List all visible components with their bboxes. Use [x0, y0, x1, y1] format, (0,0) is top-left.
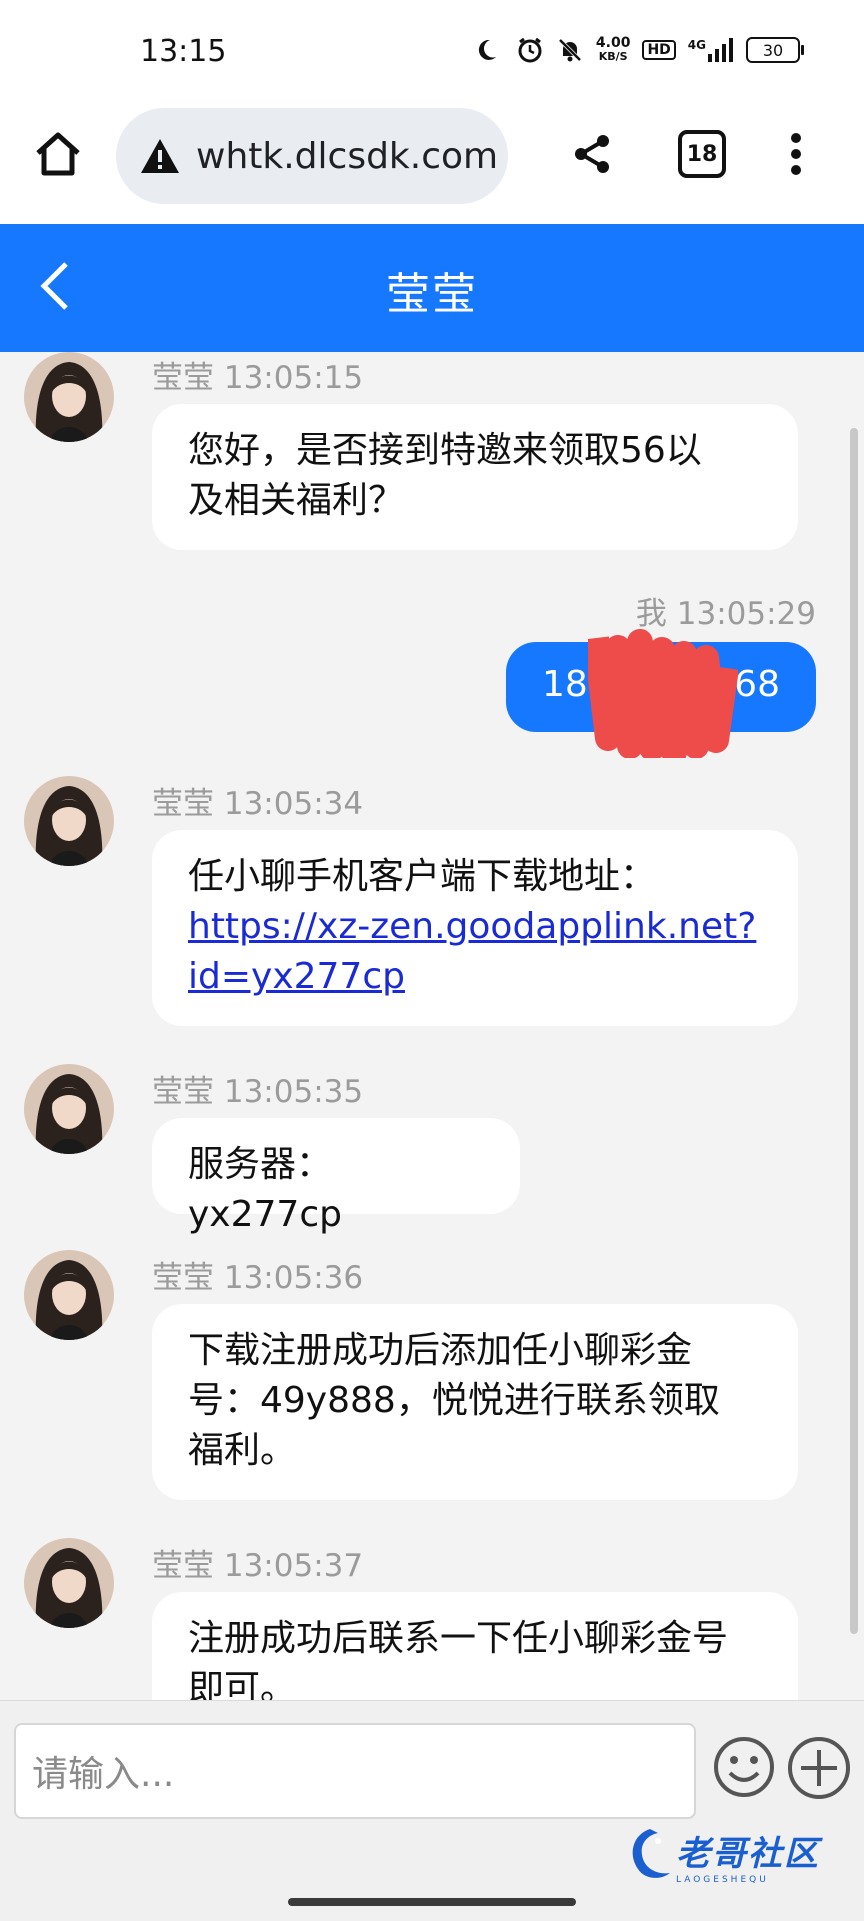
- more-vertical-icon: [791, 133, 801, 175]
- emoji-button[interactable]: [712, 1735, 776, 1799]
- contact-avatar[interactable]: [24, 1250, 114, 1340]
- battery-level: 30: [762, 40, 784, 60]
- message-input[interactable]: 请输入...: [14, 1723, 696, 1819]
- message-list[interactable]: 莹莹 13:05:15 您好，是否接到特邀来领取56以 及相关福利？ 我 13:…: [0, 352, 864, 1700]
- share-button[interactable]: [566, 128, 618, 180]
- redaction-scribble: [588, 629, 738, 758]
- browser-toolbar: whtk.dlcsdk.com 18: [0, 100, 864, 225]
- network-speed: 4.00 KB/S: [596, 36, 631, 64]
- message-text-line: 您好，是否接到特邀来领取56以: [188, 430, 702, 471]
- mute-bell-icon: [558, 38, 582, 62]
- signal-icon: [708, 38, 733, 62]
- contact-avatar[interactable]: [24, 1064, 114, 1154]
- more-menu-button[interactable]: [780, 128, 812, 180]
- download-link-continued[interactable]: id=yx277cp: [188, 956, 405, 997]
- alarm-icon: [518, 37, 542, 63]
- message-text-line: 及相关福利？: [188, 480, 405, 521]
- message-bubble: 您好，是否接到特邀来领取56以 及相关福利？: [152, 404, 798, 550]
- message-bubble: 下载注册成功后添加任小聊彩金 号：49y888，悦悦进行联系领取 福利。: [152, 1304, 798, 1500]
- message-text-line: 注册成功后联系一下任小聊彩金号: [188, 1618, 729, 1659]
- share-icon: [575, 135, 609, 173]
- message-meta: 莹莹 13:05:36: [152, 1260, 364, 1296]
- message-text: 任小聊手机客户端下载地址：: [188, 856, 657, 897]
- message-text-line: 下载注册成功后添加任小聊彩金: [188, 1330, 693, 1371]
- message-bubble: 注册成功后联系一下任小聊彩金号 即可。: [152, 1592, 798, 1700]
- download-link[interactable]: https://xz-zen.goodapplink.net?: [188, 906, 756, 947]
- watermark-subtext: LAOGESHEQU: [676, 1874, 769, 1885]
- network-type: 4G: [687, 38, 706, 52]
- message-bubble: 服务器：yx277cp: [152, 1118, 520, 1235]
- status-bar: 13:15 4.00 KB/S HD 4G 30: [0, 0, 864, 100]
- watermark-text: 老哥社区: [676, 1833, 820, 1874]
- message-meta: 莹莹 13:05:37: [152, 1548, 364, 1584]
- message-text-line: 福利。: [188, 1430, 297, 1471]
- site-watermark: 老哥社区 LAOGESHEQU: [624, 1825, 820, 1885]
- signal-group: 4G: [688, 38, 734, 62]
- message-meta: 莹莹 13:05:35: [152, 1074, 364, 1110]
- url-text[interactable]: whtk.dlcsdk.com: [196, 136, 498, 177]
- warning-icon[interactable]: [138, 134, 182, 178]
- contact-avatar[interactable]: [24, 1538, 114, 1628]
- message-text-line: 即可。: [188, 1668, 297, 1700]
- home-indicator[interactable]: [288, 1898, 576, 1906]
- chat-title: 莹莹: [386, 269, 478, 320]
- add-button[interactable]: [786, 1735, 852, 1801]
- moon-icon: [478, 39, 496, 60]
- message-text-line: 号：49y888，悦悦进行联系领取: [188, 1380, 720, 1421]
- hd-badge: HD: [642, 40, 676, 60]
- chat-header: 莹莹: [0, 224, 864, 352]
- network-speed-unit: KB/S: [598, 50, 628, 63]
- message-meta: 我 13:05:29: [635, 596, 816, 632]
- message-meta: 莹莹 13:05:15: [152, 360, 364, 396]
- tab-count-button[interactable]: 18: [678, 130, 726, 178]
- input-bar: 请输入... 老哥社区 LAOGESHEQU: [0, 1700, 864, 1921]
- plus-circle-icon: [788, 1737, 850, 1799]
- scrollbar[interactable]: [850, 428, 858, 1634]
- message-bubble: 任小聊手机客户端下载地址： https://xz-zen.goodapplink…: [152, 830, 798, 1026]
- network-speed-value: 4.00: [595, 35, 631, 51]
- status-icons: 4.00 KB/S HD 4G 30: [478, 36, 804, 64]
- smiley-icon: [714, 1737, 774, 1797]
- dragon-logo-icon: [632, 1829, 670, 1878]
- contact-avatar[interactable]: [24, 352, 114, 442]
- home-button[interactable]: [30, 126, 86, 182]
- home-icon: [36, 132, 80, 176]
- my-message-text-start: 18: [542, 664, 588, 705]
- address-bar[interactable]: whtk.dlcsdk.com: [116, 108, 508, 204]
- status-time: 13:15: [140, 34, 227, 69]
- battery-icon: 30: [746, 37, 804, 63]
- message-meta: 莹莹 13:05:34: [152, 786, 364, 822]
- contact-avatar[interactable]: [24, 776, 114, 866]
